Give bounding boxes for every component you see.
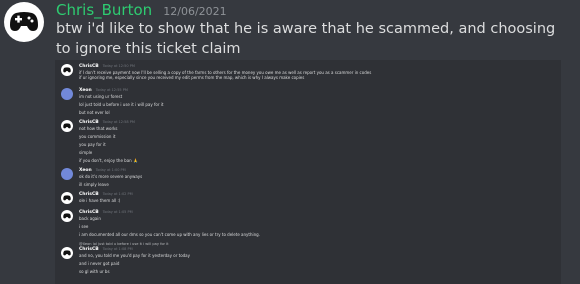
reply-reference: @Xeon lol just told u before i use it i … (79, 242, 169, 246)
embedded-line: ok do it's more severe anyways (79, 174, 143, 179)
chat-message: Chris_Burton 12/06/2021 btw i'd like to … (0, 0, 580, 284)
embedded-line: and i never got paid (79, 261, 120, 266)
embedded-line: so gl with ur bs (79, 269, 110, 274)
embedded-author: Xeon Today at 1:00 PM (79, 168, 126, 173)
embedded-author: Xeon Today at 12:55 PM (79, 88, 128, 93)
embedded-line: you commission it (79, 134, 116, 139)
purple-avatar (61, 168, 73, 180)
embedded-line: im not using ur forest (79, 94, 123, 99)
gamepad-icon (61, 64, 73, 76)
embedded-line: but not ever lol (79, 110, 110, 115)
embedded-line: and no, you told me you'd pay for it yes… (79, 253, 191, 258)
gamepad-icon (61, 192, 73, 204)
user-avatar[interactable] (4, 2, 44, 42)
gamepad-icon (10, 12, 38, 31)
message-header: Chris_Burton 12/06/2021 (56, 0, 227, 19)
embedded-line: if ur ignoring me, especially since you … (79, 75, 305, 80)
embedded-author: ChrisCB Today at 1:05 PM (79, 210, 133, 215)
embedded-line: if you don't, enjoy the ban 🙏 (79, 158, 138, 163)
gamepad-icon (61, 247, 73, 259)
embedded-line: not how that works (79, 126, 118, 131)
embedded-line: i see (79, 224, 89, 229)
username[interactable]: Chris_Burton (56, 1, 152, 19)
message-text: btw i'd like to show that he is aware th… (56, 21, 556, 57)
purple-avatar (61, 88, 73, 100)
embedded-line: i am documented all our dms so you can't… (79, 232, 260, 237)
embedded-author: ChrisCB Today at 12:50 PM (79, 64, 135, 69)
embedded-author: ChrisCB Today at 1:08 PM (79, 247, 133, 252)
embedded-author: ChrisCB Today at 1:02 PM (79, 192, 133, 197)
embedded-author: ChrisCB Today at 12:58 PM (79, 120, 135, 125)
embedded-line: ill simply leave (79, 182, 109, 187)
embedded-line: simple (79, 150, 93, 155)
message-timestamp: 12/06/2021 (163, 5, 227, 18)
gamepad-icon (61, 120, 73, 132)
embedded-line: you pay for it (79, 142, 106, 147)
gamepad-icon (61, 210, 73, 222)
embedded-chat-screenshot[interactable]: ChrisCB Today at 12:50 PM if I don't rece… (55, 60, 561, 284)
embedded-line: ole i have them all :) (79, 198, 121, 203)
embedded-line: lol just told u before i use it i will p… (79, 102, 164, 107)
embedded-line: back again (79, 216, 101, 221)
